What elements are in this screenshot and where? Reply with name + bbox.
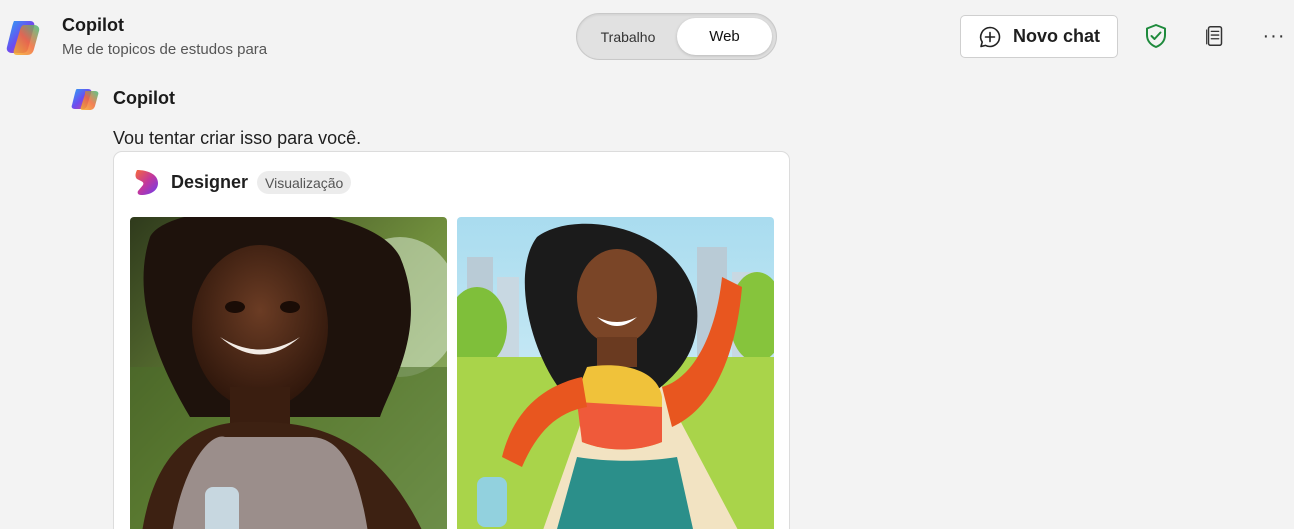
message-author: Copilot — [113, 88, 175, 108]
preview-badge: Visualização — [257, 171, 352, 194]
copilot-avatar-icon — [70, 86, 102, 111]
generated-image-2[interactable] — [457, 217, 774, 529]
mode-work-option[interactable]: Trabalho — [583, 18, 673, 55]
copilot-logo-icon — [4, 15, 46, 57]
message-text: Vou tentar criar isso para você. — [113, 128, 362, 148]
app-title: Copilot — [62, 15, 124, 35]
mode-toggle: Trabalho Web — [576, 13, 777, 60]
conversation-subtitle: Me de topicos de estudos para — [62, 41, 268, 58]
designer-title: Designer — [171, 172, 249, 192]
more-options-icon[interactable]: ··· — [1260, 22, 1288, 50]
designer-logo-icon — [135, 168, 160, 197]
new-chat-label: Novo chat — [1013, 26, 1101, 46]
designer-card: Designer Visualização — [113, 151, 790, 529]
generated-image-1[interactable] — [130, 217, 447, 529]
illustrated-runner-image — [457, 217, 774, 529]
notebook-icon[interactable] — [1201, 22, 1229, 50]
mode-web-option[interactable]: Web — [677, 18, 772, 55]
photo-realistic-runner-image — [130, 217, 447, 529]
plus-chat-icon — [979, 26, 1001, 47]
shield-check-icon[interactable] — [1142, 22, 1170, 50]
new-chat-button[interactable]: Novo chat — [960, 15, 1118, 58]
